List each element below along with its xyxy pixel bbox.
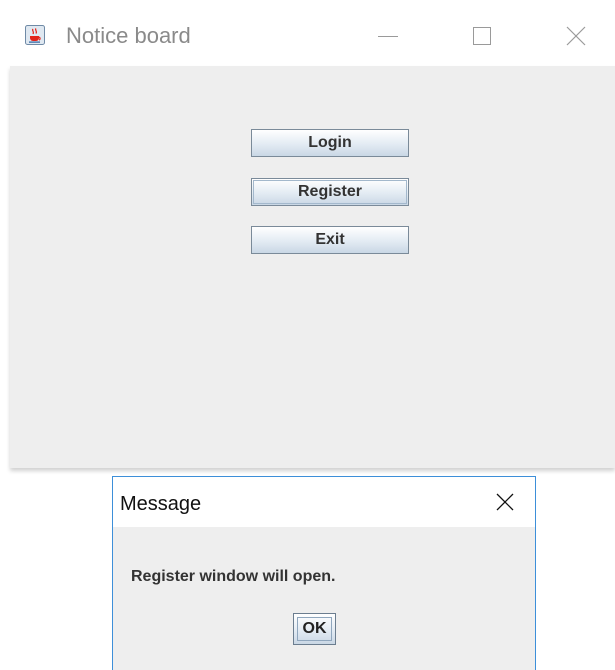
main-window: Notice board Login Register Exit bbox=[0, 0, 615, 470]
close-icon bbox=[496, 493, 514, 511]
dialog-close-button[interactable] bbox=[485, 487, 525, 517]
main-content-panel: Login Register Exit bbox=[10, 66, 615, 468]
title-bar[interactable]: Notice board bbox=[0, 0, 615, 66]
login-button[interactable]: Login bbox=[251, 129, 409, 157]
dialog-title: Message bbox=[120, 493, 202, 515]
close-icon bbox=[566, 26, 586, 46]
maximize-icon bbox=[473, 27, 491, 45]
dialog-title-bar[interactable]: Message bbox=[113, 477, 535, 527]
minimize-button[interactable] bbox=[364, 18, 412, 54]
exit-button[interactable]: Exit bbox=[251, 226, 409, 254]
message-dialog: Message Register window will open. OK bbox=[112, 476, 536, 670]
register-button[interactable]: Register bbox=[251, 178, 409, 206]
close-button[interactable] bbox=[552, 18, 600, 54]
dialog-message: Register window will open. bbox=[131, 568, 336, 585]
window-title: Notice board bbox=[66, 23, 191, 48]
minimize-icon bbox=[378, 36, 398, 37]
ok-button[interactable]: OK bbox=[293, 613, 336, 645]
java-coffee-icon bbox=[25, 25, 45, 45]
screen: Notice board Login Register Exit Message… bbox=[0, 0, 615, 670]
maximize-button[interactable] bbox=[458, 18, 506, 54]
